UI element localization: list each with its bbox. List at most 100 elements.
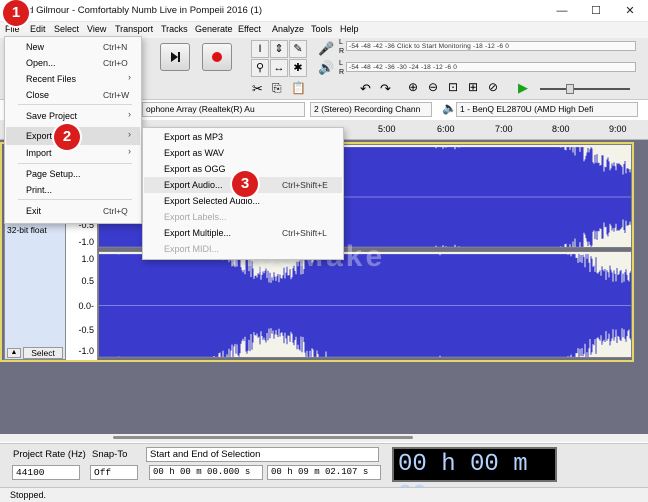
play-meter-r: R bbox=[339, 69, 345, 76]
file-menu-page-setup[interactable]: Page Setup... bbox=[26, 169, 81, 179]
export-multiple[interactable]: Export Multiple... bbox=[164, 228, 231, 238]
menu-help[interactable]: Help bbox=[340, 24, 359, 34]
playback-device-select[interactable]: 1 - BenQ EL2870U (AMD High Defi bbox=[456, 102, 638, 117]
skip-end-button[interactable] bbox=[160, 43, 190, 71]
recording-channels-select[interactable]: 2 (Stereo) Recording Chann bbox=[310, 102, 432, 117]
file-menu-import[interactable]: Import bbox=[26, 148, 52, 158]
submenu-arrow-icon: › bbox=[128, 129, 131, 139]
shortcut-label: Ctrl+N bbox=[103, 42, 128, 52]
selection-end-time[interactable]: 00 h 09 m 02.107 s bbox=[267, 465, 381, 480]
zoom-in-icon[interactable]: ⊕ bbox=[408, 80, 418, 94]
export-as-wav[interactable]: Export as WAV bbox=[164, 148, 224, 158]
play-meter-l: L bbox=[339, 60, 343, 67]
fit-selection-icon[interactable]: ⊡ bbox=[448, 80, 458, 94]
timeshift-tool[interactable]: ↔ bbox=[270, 59, 288, 77]
file-menu-recent-files[interactable]: Recent Files bbox=[26, 74, 76, 84]
redo-icon[interactable]: ↷ bbox=[380, 81, 391, 97]
ruler-tick: 5:00 bbox=[378, 124, 396, 134]
selection-mode-select[interactable]: Start and End of Selection bbox=[146, 447, 379, 462]
window-title: avid Gilmour - Comfortably Numb Live in … bbox=[16, 5, 263, 16]
record-icon bbox=[212, 52, 222, 62]
record-meter-l: L bbox=[339, 39, 343, 46]
submenu-arrow-icon: › bbox=[128, 146, 131, 156]
shortcut-label: Ctrl+Q bbox=[103, 206, 128, 216]
menu-generate[interactable]: Generate bbox=[195, 24, 233, 34]
submenu-arrow-icon: › bbox=[128, 72, 131, 82]
callout-step-3: 3 bbox=[232, 171, 258, 197]
envelope-tool[interactable]: ⇕ bbox=[270, 40, 288, 58]
timeshift-icon: ↔ bbox=[273, 62, 285, 74]
project-rate-label: Project Rate (Hz) bbox=[13, 449, 86, 460]
close-button[interactable]: ✕ bbox=[620, 3, 640, 19]
i-beam-icon: I bbox=[258, 43, 262, 55]
callout-step-1: 1 bbox=[3, 0, 29, 26]
record-meter[interactable]: -54 -48 -42 -36 Click to Start Monitorin… bbox=[346, 41, 636, 51]
ruler-tick: 9:00 bbox=[609, 124, 627, 134]
file-menu-export[interactable]: Export bbox=[26, 131, 52, 141]
export-midi: Export MIDI... bbox=[164, 244, 220, 254]
ruler-tick: 7:00 bbox=[495, 124, 513, 134]
zoom-out-icon[interactable]: ⊖ bbox=[428, 80, 438, 94]
file-menu-exit[interactable]: Exit bbox=[26, 206, 41, 216]
fit-project-icon[interactable]: ⊞ bbox=[468, 80, 478, 94]
export-audio[interactable]: Export Audio... bbox=[164, 180, 223, 190]
submenu-arrow-icon: › bbox=[128, 109, 131, 119]
export-as-ogg[interactable]: Export as OGG bbox=[164, 164, 226, 174]
minimize-button[interactable]: — bbox=[552, 3, 572, 19]
asterisk-icon: ✱ bbox=[293, 62, 303, 74]
shortcut-label: Ctrl+O bbox=[103, 58, 128, 68]
file-menu-close[interactable]: Close bbox=[26, 90, 49, 100]
record-meter-r: R bbox=[339, 48, 345, 55]
menu-transport[interactable]: Transport bbox=[115, 24, 153, 34]
export-as-mp3[interactable]: Export as MP3 bbox=[164, 132, 223, 142]
menu-edit[interactable]: Edit bbox=[30, 24, 46, 34]
snap-to-label: Snap-To bbox=[92, 449, 128, 460]
menu-effect[interactable]: Effect bbox=[238, 24, 261, 34]
recording-device-select[interactable]: ophone Array (Realtek(R) Au bbox=[142, 102, 305, 117]
snap-to-select[interactable]: Off bbox=[90, 465, 138, 480]
callout-step-2: 2 bbox=[54, 124, 80, 150]
speaker-icon[interactable]: 🔊 bbox=[318, 60, 334, 76]
menu-select[interactable]: Select bbox=[54, 24, 79, 34]
play-speed-thumb[interactable] bbox=[566, 84, 574, 94]
selection-start-time[interactable]: 00 h 00 m 00.000 s bbox=[149, 465, 263, 480]
undo-icon[interactable]: ↶ bbox=[360, 81, 371, 97]
menu-tools[interactable]: Tools bbox=[311, 24, 332, 34]
copy-icon[interactable]: ⎘ bbox=[272, 81, 282, 96]
skip-end-icon bbox=[171, 52, 180, 62]
play-speed-slider[interactable] bbox=[540, 88, 630, 90]
status-bar: Stopped. bbox=[0, 487, 648, 502]
status-text: Stopped. bbox=[10, 490, 47, 500]
record-button[interactable] bbox=[202, 43, 232, 71]
zoom-tool[interactable]: ⚲ bbox=[251, 59, 269, 77]
selection-tool[interactable]: I bbox=[251, 40, 269, 58]
menu-tracks[interactable]: Tracks bbox=[161, 24, 188, 34]
audio-position-display[interactable]: 00 h 00 m 00 s bbox=[392, 447, 557, 502]
shortcut-label: Ctrl+Shift+E bbox=[282, 180, 328, 190]
menu-separator bbox=[18, 199, 132, 200]
pencil-icon: ✎ bbox=[293, 43, 303, 55]
play-at-speed-icon[interactable]: ▶ bbox=[518, 80, 528, 96]
menu-analyze[interactable]: Analyze bbox=[272, 24, 304, 34]
play-meter[interactable]: -54 -48 -42 -36 -30 -24 -18 -12 -6 0 bbox=[346, 62, 636, 72]
title-bar: avid Gilmour - Comfortably Numb Live in … bbox=[0, 0, 648, 22]
file-menu-new[interactable]: New bbox=[26, 42, 44, 52]
envelope-icon: ⇕ bbox=[274, 43, 284, 55]
shortcut-label: Ctrl+W bbox=[103, 90, 130, 100]
paste-icon[interactable]: 📋 bbox=[291, 81, 306, 95]
draw-tool[interactable]: ✎ bbox=[289, 40, 307, 58]
horizontal-scroll-thumb[interactable] bbox=[113, 436, 413, 439]
shortcut-label: Ctrl+Shift+L bbox=[282, 228, 327, 238]
zoom-toggle-icon[interactable]: ⊘ bbox=[488, 80, 498, 94]
menu-view[interactable]: View bbox=[87, 24, 106, 34]
file-menu-print[interactable]: Print... bbox=[26, 185, 52, 195]
magnifier-icon: ⚲ bbox=[255, 62, 265, 74]
maximize-button[interactable]: ☐ bbox=[586, 3, 606, 19]
multi-tool[interactable]: ✱ bbox=[289, 59, 307, 77]
export-selected-audio[interactable]: Export Selected Audio... bbox=[164, 196, 260, 206]
cut-icon[interactable]: ✂ bbox=[252, 81, 263, 97]
file-menu-save-project[interactable]: Save Project bbox=[26, 111, 77, 121]
project-rate-select[interactable]: 44100 bbox=[12, 465, 80, 480]
file-menu-open[interactable]: Open... bbox=[26, 58, 56, 68]
microphone-icon[interactable]: 🎤 bbox=[318, 41, 334, 57]
